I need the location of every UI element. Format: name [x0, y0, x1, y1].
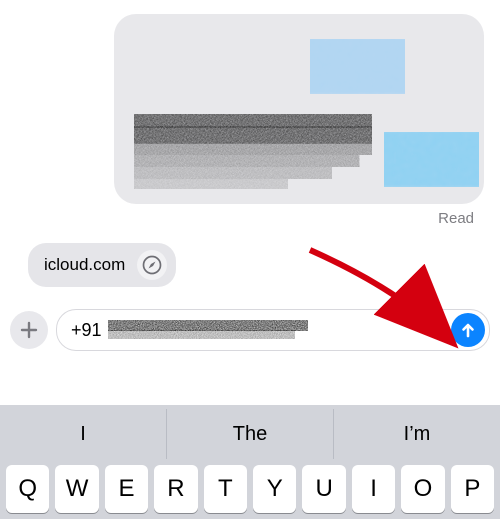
keyboard: I The I’m Q W E R T Y U I O P [0, 405, 500, 519]
key-u[interactable]: U [302, 465, 345, 513]
key-r[interactable]: R [154, 465, 197, 513]
key-i[interactable]: I [352, 465, 395, 513]
add-attachment-button[interactable] [10, 311, 48, 349]
redacted-text-icon [134, 114, 372, 192]
link-preview-chip[interactable]: icloud.com [28, 243, 176, 287]
message-input[interactable]: +91 [56, 309, 490, 351]
prediction-2[interactable]: The [166, 409, 333, 459]
read-receipt: Read [10, 204, 490, 227]
key-q[interactable]: Q [6, 465, 49, 513]
prediction-1[interactable]: I [0, 409, 166, 459]
key-y[interactable]: Y [253, 465, 296, 513]
prediction-3[interactable]: I’m [333, 409, 500, 459]
arrow-up-icon [459, 321, 477, 339]
outgoing-message-bubble[interactable] [114, 14, 484, 204]
redacted-blob-icon [384, 132, 479, 187]
key-p[interactable]: P [451, 465, 494, 513]
key-t[interactable]: T [204, 465, 247, 513]
safari-compass-icon [137, 250, 167, 280]
plus-icon [20, 321, 38, 339]
key-o[interactable]: O [401, 465, 444, 513]
key-w[interactable]: W [55, 465, 98, 513]
key-e[interactable]: E [105, 465, 148, 513]
link-domain-label: icloud.com [44, 255, 125, 275]
compose-row: +91 [0, 287, 500, 351]
redacted-image-icon [310, 39, 405, 94]
send-button[interactable] [451, 313, 485, 347]
redacted-number-icon [108, 318, 308, 342]
message-prefix: +91 [71, 320, 102, 341]
